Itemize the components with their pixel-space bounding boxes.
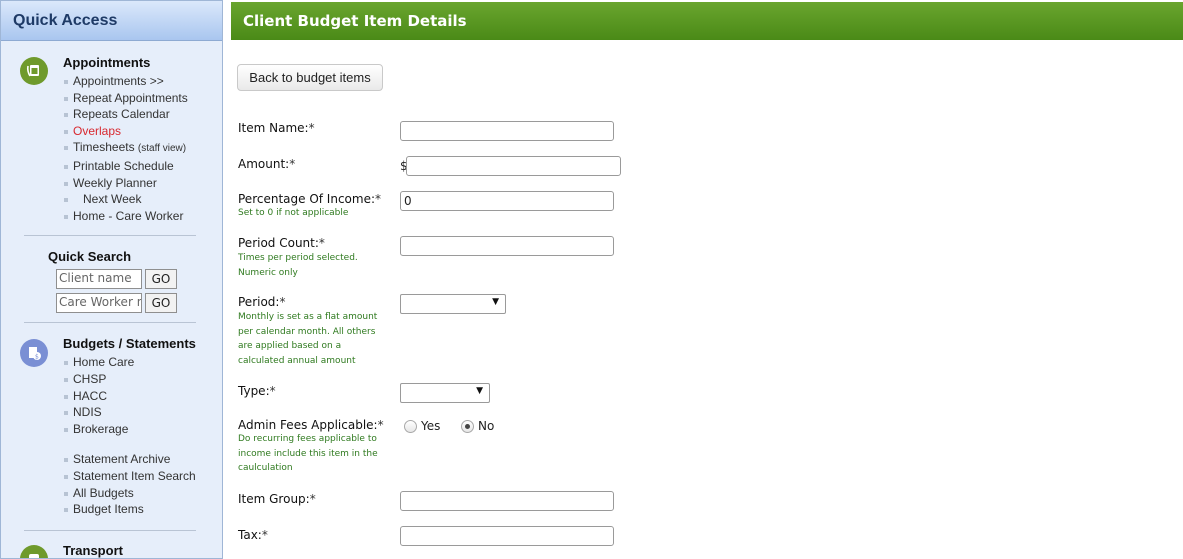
link-printable-schedule[interactable]: Printable Schedule [63,158,222,175]
period-count-label: Period Count:* [238,236,325,250]
item-group-input[interactable] [400,491,614,511]
link-statement-archive[interactable]: Statement Archive [63,451,222,468]
appointments-section: Appointments Appointments >> Repeat Appo… [1,55,222,224]
admin-fees-label: Admin Fees Applicable:* [238,418,384,432]
link-hacc[interactable]: HACC [63,388,222,405]
admin-fees-hint: Do recurring fees applicable to income i… [238,434,378,473]
link-chsp[interactable]: CHSP [63,371,222,388]
sidebar-divider [24,529,196,531]
link-timesheets[interactable]: Timesheets (staff view) [63,139,222,158]
link-home-care[interactable]: Home Care [63,354,222,371]
type-select[interactable]: ▼ [400,383,490,403]
link-overlaps[interactable]: Overlaps [63,123,222,140]
quick-access-sidebar: Quick Access Appointments Appointments >… [0,0,223,559]
link-weekly-planner[interactable]: Weekly Planner [63,175,222,192]
link-all-budgets[interactable]: All Budgets [63,485,222,502]
budgets-section: $ Budgets / Statements Home Care CHSP HA… [1,336,222,517]
period-count-input[interactable] [400,236,614,256]
sidebar-divider [24,235,196,237]
percentage-label: Percentage Of Income:* [238,192,382,206]
budgets-title: Budgets / Statements [63,336,196,352]
client-name-input[interactable]: Client name [56,269,142,290]
transport-icon [20,544,48,558]
budget-document-icon: $ [20,339,48,368]
link-ndis[interactable]: NDIS [63,404,222,421]
type-label: Type:* [238,384,276,398]
svg-text:$: $ [35,354,39,361]
link-brokerage[interactable]: Brokerage [63,421,222,438]
transport-section: Transport [1,543,222,558]
quick-search-title: Quick Search [48,249,132,265]
link-budget-items[interactable]: Budget Items [63,501,222,518]
percentage-input[interactable]: 0 [400,191,614,211]
link-repeat-appointments[interactable]: Repeat Appointments [63,90,222,107]
transport-title: Transport [63,542,123,558]
link-appointments[interactable]: Appointments >> [63,73,222,90]
period-hint: Monthly is set as a flat amount per cale… [238,312,378,366]
link-home-care-worker[interactable]: Home - Care Worker [63,208,222,225]
amount-label: Amount:* [238,157,296,171]
yes-radio[interactable] [404,419,417,433]
no-label: No [478,419,495,433]
item-name-label: Item Name:* [238,121,315,135]
back-to-budget-items-button[interactable]: Back to budget items [237,64,383,91]
sidebar-title: Quick Access [1,1,222,41]
link-statement-item-search[interactable]: Statement Item Search [63,468,222,485]
tax-input[interactable] [400,526,614,546]
item-group-label: Item Group:* [238,492,316,506]
percentage-hint: Set to 0 if not applicable [238,208,349,218]
yes-label: Yes [421,419,441,433]
budgets-links: Home Care CHSP HACC NDIS Brokerage State… [63,354,222,517]
item-name-input[interactable] [400,121,614,141]
timesheets-suffix: (staff view) [137,143,187,155]
phone-calendar-icon [20,57,48,85]
client-go-button[interactable]: GO [145,269,177,290]
client-search-row: Client name GO [56,269,222,290]
tax-label: Tax:* [238,528,268,542]
page-title: Client Budget Item Details [231,2,1183,40]
worker-go-button[interactable]: GO [145,293,177,314]
quick-search-section: Quick Search Client name GO Care Worker … [1,249,222,314]
worker-search-row: Care Worker n GO [56,293,222,314]
sidebar-divider [24,322,196,324]
chevron-down-icon: ▼ [476,386,483,396]
period-select[interactable]: ▼ [400,294,506,314]
link-next-week[interactable]: Next Week [63,191,222,208]
care-worker-input[interactable]: Care Worker n [56,293,142,314]
period-label: Period:* [238,295,286,309]
admin-fees-no-option[interactable]: No [461,419,494,433]
appointments-title: Appointments [63,55,151,70]
admin-fees-yes-option[interactable]: Yes [404,419,440,433]
amount-input[interactable] [406,156,621,176]
appointments-links: Appointments >> Repeat Appointments Repe… [63,73,222,224]
timesheets-label: Timesheets [73,140,135,155]
chevron-down-icon: ▼ [492,297,499,307]
period-count-hint: Times per period selected. Numeric only [238,253,358,278]
no-radio[interactable] [461,419,474,433]
link-repeats-calendar[interactable]: Repeats Calendar [63,106,222,123]
